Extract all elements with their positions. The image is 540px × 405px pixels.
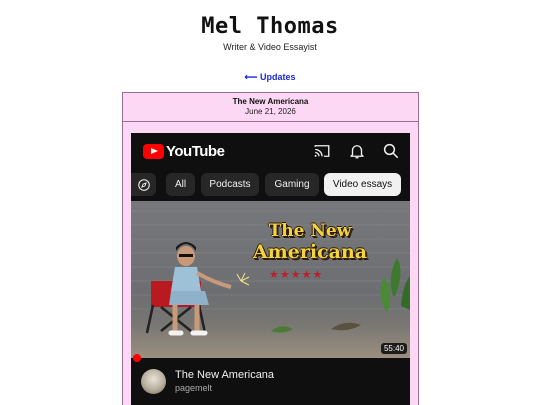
thumbnail-title-line1: The New [268, 221, 352, 241]
star-icon: ★ [279, 268, 291, 281]
explore-icon [137, 178, 150, 191]
progress-scrubber[interactable] [133, 354, 141, 362]
back-arrow-icon: ⟵ [244, 72, 258, 82]
back-to-updates-link[interactable]: ⟵ Updates [0, 72, 540, 83]
explore-chip[interactable] [131, 173, 156, 196]
video-title[interactable]: The New Americana [175, 369, 274, 381]
youtube-play-icon [143, 143, 164, 159]
site-title: Mel Thomas [201, 14, 339, 39]
post-header: The New Americana June 21, 2026 [123, 93, 418, 122]
back-link-label: Updates [259, 72, 296, 82]
star-icon: ★ [312, 268, 324, 281]
video-duration: 55:40 [380, 343, 407, 354]
video-meta: The New Americana pagemelt [131, 363, 410, 405]
sparkler-icon [236, 272, 250, 286]
youtube-logo-text: YouTube [166, 142, 225, 160]
youtube-top-bar: YouTube [131, 133, 410, 169]
channel-name[interactable]: pagemelt [175, 383, 212, 393]
category-chips: All Podcasts Gaming Video essays [131, 173, 410, 197]
cast-icon[interactable] [313, 142, 331, 160]
star-icon: ★ [301, 268, 313, 281]
youtube-screenshot: YouTube All Podcasts Gaming Video essays… [131, 133, 410, 405]
search-icon[interactable] [382, 142, 400, 160]
chip-podcasts[interactable]: Podcasts [201, 173, 259, 196]
chip-all[interactable]: All [166, 173, 195, 196]
star-icon: ★ [269, 268, 280, 281]
youtube-logo[interactable]: YouTube [143, 142, 225, 160]
post-date: June 21, 2026 [245, 107, 296, 116]
bell-icon[interactable] [348, 142, 366, 160]
channel-avatar[interactable] [141, 369, 166, 394]
thumbnail-title-line2: Americana [252, 241, 368, 263]
star-icon: ★ [290, 268, 302, 281]
site-subtitle: Writer & Video Essayist [223, 42, 317, 52]
video-thumbnail[interactable]: The New Americana ★★★★★ 55:40 [131, 201, 410, 358]
chip-gaming[interactable]: Gaming [265, 173, 319, 196]
post-title: The New Americana [232, 97, 309, 106]
post-card: The New Americana June 21, 2026 YouTube [122, 92, 419, 405]
rating-stars: ★★★★★ [269, 268, 323, 281]
chip-video-essays[interactable]: Video essays [324, 173, 401, 196]
